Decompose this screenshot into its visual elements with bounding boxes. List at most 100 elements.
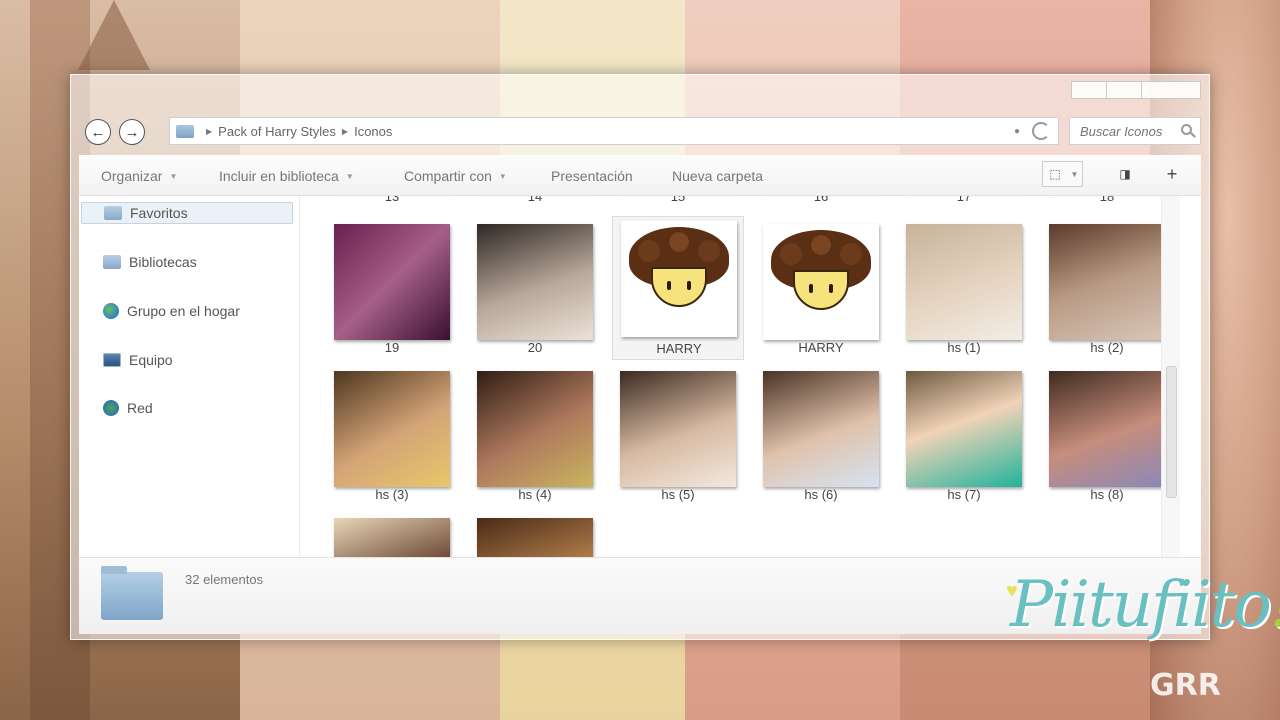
watermark-sub: GRR bbox=[1150, 668, 1221, 703]
navigation-bar: ← → ▶ Pack of Harry Styles ▶ Iconos ● bbox=[71, 111, 1209, 151]
vertical-scrollbar[interactable] bbox=[1161, 196, 1180, 557]
sidebar-item-grupo-hogar[interactable]: Grupo en el hogar bbox=[81, 300, 293, 322]
file-item[interactable] bbox=[469, 514, 601, 557]
watermark-bang: ! bbox=[1270, 568, 1280, 642]
file-name: hs (7) bbox=[947, 487, 981, 502]
eye-shape bbox=[829, 284, 833, 293]
preview-pane-button[interactable]: ◨ bbox=[1112, 161, 1138, 187]
address-bar[interactable]: ▶ Pack of Harry Styles ▶ Iconos ● bbox=[169, 117, 1059, 145]
view-dropdown-button[interactable]: ▼ bbox=[1067, 161, 1083, 187]
file-item[interactable]: HARRY bbox=[755, 220, 887, 360]
folder-icon bbox=[101, 566, 163, 620]
chevron-down-icon: ▼ bbox=[1070, 169, 1079, 179]
homegroup-icon bbox=[103, 303, 119, 319]
refresh-icon[interactable] bbox=[1032, 122, 1050, 140]
sidebar-item-equipo[interactable]: Equipo bbox=[81, 349, 293, 371]
breadcrumb-item[interactable]: Iconos bbox=[354, 124, 392, 139]
file-name: hs (2) bbox=[1090, 340, 1124, 355]
search-box[interactable] bbox=[1069, 117, 1201, 145]
sidebar-item-label: Equipo bbox=[129, 352, 173, 368]
command-bar: Organizar ▼ Incluir en biblioteca ▼ Compar… bbox=[79, 155, 1201, 196]
close-button[interactable] bbox=[1141, 81, 1201, 99]
file-name: 17 bbox=[956, 196, 972, 204]
chevron-down-icon: ▼ bbox=[498, 172, 507, 181]
file-item[interactable]: hs (6) bbox=[755, 367, 887, 507]
dropdown-dot-icon[interactable]: ● bbox=[1014, 126, 1020, 137]
chevron-right-icon: ▶ bbox=[341, 126, 349, 136]
preview-pane-icon: ◨ bbox=[1119, 167, 1131, 181]
explorer-window: ← → ▶ Pack of Harry Styles ▶ Iconos ● Or… bbox=[70, 74, 1210, 640]
sidebar-item-favoritos[interactable]: Favoritos bbox=[81, 202, 293, 224]
file-name: 14 bbox=[527, 196, 543, 204]
minimize-button[interactable] bbox=[1071, 81, 1107, 99]
forward-button[interactable]: → bbox=[119, 119, 145, 145]
sidebar-item-label: Red bbox=[127, 400, 153, 416]
chevron-down-icon: ▼ bbox=[169, 172, 178, 181]
sidebar-item-bibliotecas[interactable]: Bibliotecas bbox=[81, 251, 293, 273]
search-input[interactable] bbox=[1080, 123, 1176, 139]
view-icon: ⬚ bbox=[1049, 167, 1061, 181]
sidebar-item-label: Bibliotecas bbox=[129, 254, 197, 270]
file-item[interactable]: hs (5) bbox=[612, 367, 744, 507]
file-item[interactable]: hs (4) bbox=[469, 367, 601, 507]
thumbnail bbox=[620, 371, 736, 487]
eye-shape bbox=[809, 284, 813, 293]
file-name: 15 bbox=[670, 196, 686, 204]
file-name: hs (8) bbox=[1090, 487, 1124, 502]
file-name: 16 bbox=[813, 196, 829, 204]
file-item[interactable]: hs (1) bbox=[898, 220, 1030, 360]
thumbnail bbox=[477, 224, 593, 340]
sidebar-item-red[interactable]: Red bbox=[81, 397, 293, 419]
organize-button[interactable]: Organizar ▼ bbox=[101, 168, 177, 184]
tower-spire-image bbox=[78, 0, 150, 70]
file-name: 20 bbox=[527, 340, 543, 355]
file-item[interactable]: hs (2) bbox=[1041, 220, 1173, 360]
file-name: hs (6) bbox=[804, 487, 838, 502]
thumbnail bbox=[906, 371, 1022, 487]
scrollbar-thumb[interactable] bbox=[1166, 366, 1177, 498]
thumbnail bbox=[334, 371, 450, 487]
share-with-button[interactable]: Compartir con ▼ bbox=[404, 168, 507, 184]
include-library-button[interactable]: Incluir en biblioteca ▼ bbox=[219, 168, 354, 184]
file-name: HARRY bbox=[656, 341, 702, 356]
watermark-text: Piitufiito bbox=[1010, 568, 1272, 642]
cartoon-thumbnail bbox=[763, 224, 879, 340]
add-button[interactable]: + bbox=[1159, 161, 1185, 187]
slideshow-button[interactable]: Presentación bbox=[551, 168, 633, 184]
file-item[interactable]: 19 bbox=[326, 220, 458, 360]
file-item[interactable]: HARRY bbox=[612, 216, 744, 360]
view-mode-button[interactable]: ⬚ bbox=[1042, 161, 1068, 187]
thumbnail bbox=[906, 224, 1022, 340]
thumbnail bbox=[477, 518, 593, 557]
file-item[interactable]: hs (3) bbox=[326, 367, 458, 507]
back-button[interactable]: ← bbox=[85, 119, 111, 145]
eye-shape bbox=[667, 281, 671, 290]
sidebar-item-label: Favoritos bbox=[130, 205, 188, 221]
new-folder-button[interactable]: Nueva carpeta bbox=[672, 168, 763, 184]
maximize-button[interactable] bbox=[1106, 81, 1142, 99]
face-shape bbox=[651, 267, 707, 307]
network-icon bbox=[103, 400, 119, 416]
file-item[interactable]: hs (8) bbox=[1041, 367, 1173, 507]
file-name: HARRY bbox=[798, 340, 844, 355]
thumbnail bbox=[763, 371, 879, 487]
share-with-label: Compartir con bbox=[404, 168, 492, 184]
file-name: hs (5) bbox=[661, 487, 695, 502]
folder-icon bbox=[176, 124, 194, 138]
file-name: hs (3) bbox=[375, 487, 409, 502]
thumbnail bbox=[1049, 371, 1165, 487]
include-library-label: Incluir en biblioteca bbox=[219, 168, 339, 184]
search-icon[interactable] bbox=[1181, 124, 1192, 135]
file-view: 13 14 15 16 17 18 19 20 HARRY HARRY hs (… bbox=[300, 196, 1180, 557]
cartoon-thumbnail bbox=[621, 221, 737, 337]
breadcrumb-item[interactable]: Pack of Harry Styles bbox=[218, 124, 336, 139]
file-item[interactable]: hs (7) bbox=[898, 367, 1030, 507]
file-item[interactable]: 20 bbox=[469, 220, 601, 360]
face-shape bbox=[793, 270, 849, 310]
library-icon bbox=[103, 255, 121, 269]
navigation-pane: Favoritos Bibliotecas Grupo en el hogar … bbox=[79, 196, 300, 557]
file-item[interactable] bbox=[326, 514, 458, 557]
caption-buttons bbox=[1071, 81, 1201, 99]
file-name: 18 bbox=[1099, 196, 1115, 204]
eye-shape bbox=[687, 281, 691, 290]
